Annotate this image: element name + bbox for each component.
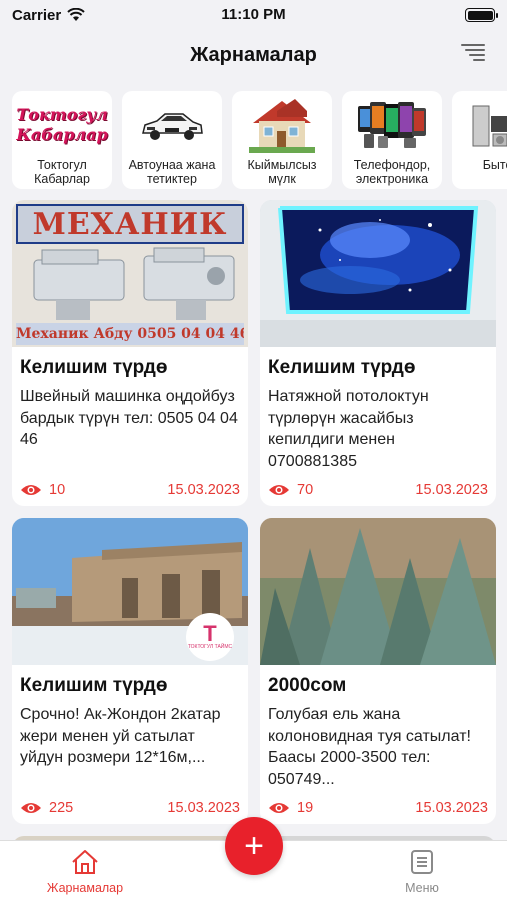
listing-card[interactable]: 2000сом Голубая ель жана колоновидная ту… xyxy=(260,518,496,824)
spruce-trees-photo xyxy=(260,518,496,665)
category-electronics[interactable]: Телефондор, электроника xyxy=(342,91,442,189)
page-title: Жарнамалар xyxy=(190,43,317,66)
listing-footer: 19 15.03.2023 xyxy=(268,800,488,816)
view-count: 19 xyxy=(297,800,314,816)
battery-icon xyxy=(465,8,498,22)
listing-card[interactable]: T ТОКТОГУЛ ТАЙМС Келишим түрдө Срочно! А… xyxy=(12,518,248,824)
realtor-badge: T ТОКТОГУЛ ТАЙМС xyxy=(186,613,234,661)
toktogul-logo: Токтогул Кабарлар xyxy=(16,105,108,144)
tab-listings-label: Жарнамалар xyxy=(46,881,124,895)
car-icon xyxy=(127,95,217,155)
listing-date: 15.03.2023 xyxy=(415,800,488,816)
wifi-icon xyxy=(67,8,85,21)
eye-icon xyxy=(269,803,289,813)
listing-date: 15.03.2023 xyxy=(415,482,488,498)
listing-title: 2000сом xyxy=(268,675,347,696)
sewing-machine-icon xyxy=(33,247,235,320)
house-icon xyxy=(237,95,327,155)
category-strip[interactable]: Токтогул Кабарлар Токтогул Кабарлар Авто… xyxy=(12,91,507,189)
tab-menu-label: Меню xyxy=(405,881,439,895)
eye-icon xyxy=(21,485,41,495)
listing-title: Келишим түрдө xyxy=(20,675,168,696)
listing-image: МЕХАНИК Механик Абду 0505 04 04 46 xyxy=(12,200,248,347)
category-label: Быто техн xyxy=(482,158,507,172)
listing-image xyxy=(260,200,496,347)
category-label: Токтогул Кабарлар xyxy=(34,158,90,186)
phones-icon xyxy=(347,95,437,155)
listing-image xyxy=(260,518,496,665)
category-label: Автоунаа жана тетиктер xyxy=(128,158,216,186)
view-count: 225 xyxy=(49,800,74,816)
add-listing-button[interactable]: + xyxy=(225,817,283,875)
listing-card[interactable]: Келишим түрдө Натяжной потолоктун түрлөр… xyxy=(260,200,496,506)
category-toktogul[interactable]: Токтогул Кабарлар Токтогул Кабарлар xyxy=(12,91,112,189)
view-count: 70 xyxy=(297,482,314,498)
listing-footer: 225 15.03.2023 xyxy=(20,800,240,816)
nav-bar: Жарнамалар xyxy=(0,30,507,80)
category-appliances[interactable]: Быто техн xyxy=(452,91,507,189)
listing-title: Келишим түрдө xyxy=(268,357,416,378)
listing-footer: 10 15.03.2023 xyxy=(20,482,240,498)
menu-list-icon xyxy=(411,850,433,874)
listing-image: T ТОКТОГУЛ ТАЙМС xyxy=(12,518,248,665)
status-bar: Carrier 11:10 PM xyxy=(0,0,507,30)
image-sign-bottom: Механик Абду 0505 04 04 46 xyxy=(16,323,244,345)
eye-icon xyxy=(21,803,41,813)
category-label: Телефондор, электроника xyxy=(353,158,431,186)
category-realestate[interactable]: Кыймылсыз мүлк xyxy=(232,91,332,189)
listing-date: 15.03.2023 xyxy=(167,800,240,816)
listing-description: Швейный машинка оңдойбуз бардык түрүн те… xyxy=(20,388,238,448)
tab-listings[interactable]: Жарнамалар xyxy=(25,849,145,895)
listing-description: Срочно! Ак-Жондон 2катар жери менен уй с… xyxy=(20,706,221,766)
listing-card[interactable]: МЕХАНИК Механик Абду 0505 04 04 46 Келиш… xyxy=(12,200,248,506)
home-icon xyxy=(72,850,98,874)
image-sign-top: МЕХАНИК xyxy=(16,204,244,244)
ceiling-photo xyxy=(260,200,496,347)
view-count: 10 xyxy=(49,482,66,498)
listing-date: 15.03.2023 xyxy=(167,482,240,498)
tab-menu[interactable]: Меню xyxy=(362,849,482,895)
listings-grid: МЕХАНИК Механик Абду 0505 04 04 46 Келиш… xyxy=(12,200,496,854)
carrier-label: Carrier xyxy=(12,6,62,24)
listing-title: Келишим түрдө xyxy=(20,357,168,378)
category-label: Кыймылсыз мүлк xyxy=(247,158,317,186)
listing-description: Натяжной потолоктун түрлөрүн жасайбыз ке… xyxy=(268,388,429,470)
sort-icon[interactable] xyxy=(461,44,485,66)
listing-description: Голубая ель жана колоновидная туя сатыла… xyxy=(268,706,471,788)
category-auto[interactable]: Автоунаа жана тетиктер xyxy=(122,91,222,189)
listing-footer: 70 15.03.2023 xyxy=(268,482,488,498)
appliances-icon xyxy=(457,95,507,155)
eye-icon xyxy=(269,485,289,495)
